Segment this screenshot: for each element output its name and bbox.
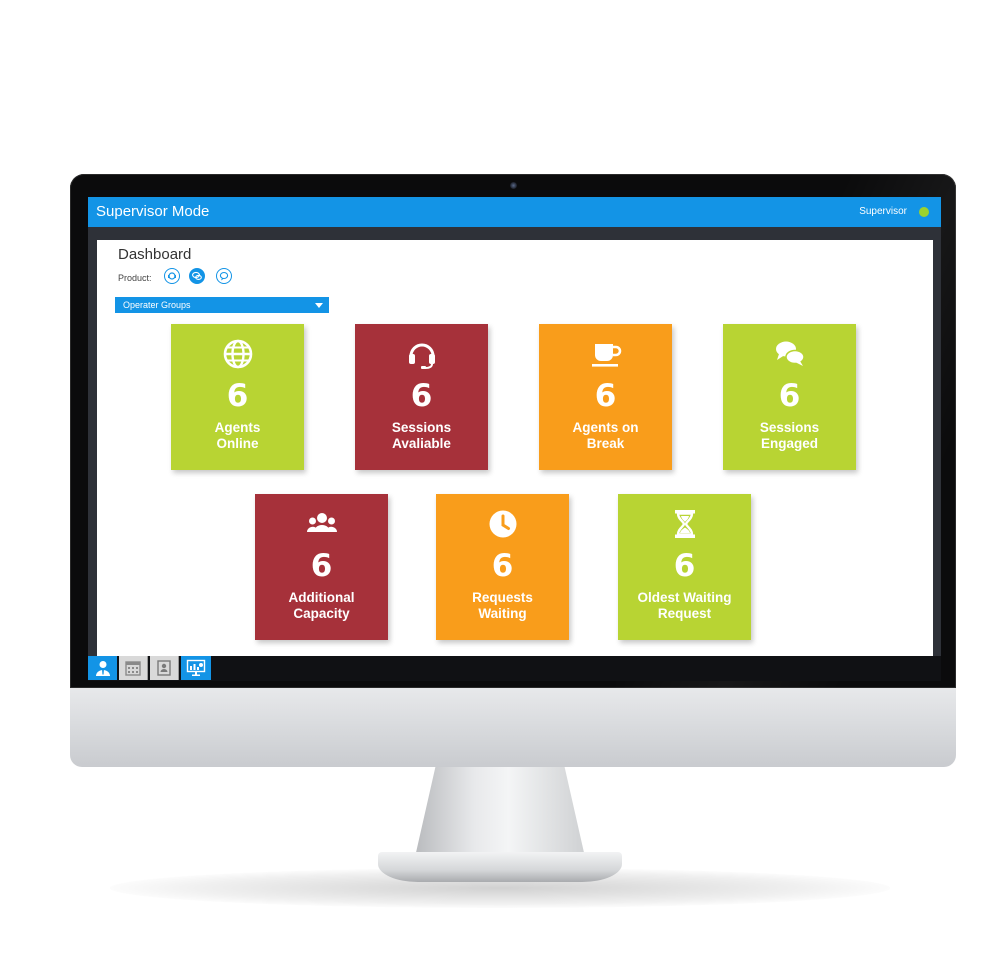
product-label: Product: xyxy=(118,273,152,283)
app-title: Supervisor Mode xyxy=(96,203,210,220)
tile-label-line1: Agents xyxy=(214,420,261,435)
taskbar-calendar-button[interactable] xyxy=(119,656,148,680)
group-icon xyxy=(306,513,337,532)
message-icon[interactable] xyxy=(216,268,232,284)
contact-card-icon xyxy=(157,660,171,676)
tile-value: 6 xyxy=(310,548,333,584)
tile-label-line1: Oldest Waiting xyxy=(637,590,732,605)
tile-requests-waiting[interactable]: 6 Requests Waiting xyxy=(436,494,569,640)
tile-value: 6 xyxy=(778,378,801,414)
dashboard-panel: Dashboard Product: Operater Groups 6 Age… xyxy=(97,240,933,656)
tile-label-line2: Capacity xyxy=(293,606,350,621)
support-agent-icon[interactable] xyxy=(164,268,180,284)
tile-label-line1: Requests xyxy=(472,590,533,605)
operator-groups-select[interactable]: Operater Groups xyxy=(115,297,329,313)
tile-label-line1: Sessions xyxy=(391,420,452,435)
taskbar-contacts-button[interactable] xyxy=(150,656,179,680)
tile-label-line1: Sessions xyxy=(759,420,820,435)
tile-label-line2: Avaliable xyxy=(392,436,451,451)
tile-label-line2: Online xyxy=(216,436,259,451)
tile-value: 6 xyxy=(594,378,617,414)
tile-oldest-waiting-request[interactable]: 6 Oldest Waiting Request xyxy=(618,494,751,640)
chat-bubbles-icon xyxy=(775,341,805,366)
tile-label: Oldest Waiting Request xyxy=(622,590,747,622)
tile-sessions-engaged[interactable]: 6 Sessions Engaged xyxy=(723,324,856,470)
taskbar-dashboard-button[interactable] xyxy=(181,656,211,680)
tile-label-line1: Agents on xyxy=(572,420,639,435)
tile-label: Agents on Break xyxy=(543,420,668,452)
headset-icon xyxy=(408,343,435,369)
tile-agents-on-break[interactable]: 6 Agents on Break xyxy=(539,324,672,470)
operator-groups-select-value: Operater Groups xyxy=(123,300,191,310)
chevron-down-icon xyxy=(315,303,323,308)
tile-value: 6 xyxy=(673,548,696,584)
user-icon xyxy=(95,661,110,676)
online-status-indicator xyxy=(919,207,929,217)
tile-label: Requests Waiting xyxy=(440,590,565,622)
tile-value: 6 xyxy=(491,548,514,584)
tile-value: 6 xyxy=(410,378,433,414)
tile-label: Agents Online xyxy=(175,420,300,452)
tile-sessions-available[interactable]: 6 Sessions Avaliable xyxy=(355,324,488,470)
app-screen: Supervisor Mode Supervisor Dashboard Pro… xyxy=(88,197,941,681)
calendar-icon xyxy=(125,661,141,676)
tile-label-line2: Request xyxy=(657,606,712,621)
clock-icon xyxy=(489,510,516,538)
tile-label: Sessions Engaged xyxy=(727,420,852,452)
chat-bubbles-icon[interactable] xyxy=(189,268,205,284)
taskbar-agent-button[interactable] xyxy=(88,656,117,680)
tile-label-line2: Engaged xyxy=(760,436,818,451)
tile-additional-capacity[interactable]: 6 Additional Capacity xyxy=(255,494,388,640)
tile-agents-online[interactable]: 6 Agents Online xyxy=(171,324,304,470)
hourglass-icon xyxy=(674,510,695,538)
globe-icon xyxy=(223,339,252,369)
tile-label-line2: Break xyxy=(586,436,625,451)
tile-label-line2: Waiting xyxy=(478,606,527,621)
monitor-stand-neck xyxy=(415,767,585,857)
taskbar xyxy=(88,656,941,681)
page-title: Dashboard xyxy=(118,246,192,263)
tile-label: Additional Capacity xyxy=(259,590,384,622)
monitor-chin xyxy=(70,684,956,767)
dashboard-monitor-icon xyxy=(186,659,206,676)
coffee-cup-icon xyxy=(591,344,621,367)
user-role-label[interactable]: Supervisor xyxy=(859,206,907,217)
tile-label-line1: Additional xyxy=(288,590,355,605)
monitor-stand-base xyxy=(378,852,622,882)
tile-value: 6 xyxy=(226,378,249,414)
webcam-icon xyxy=(510,182,517,189)
tile-label: Sessions Avaliable xyxy=(359,420,484,452)
title-bar: Supervisor Mode Supervisor xyxy=(88,197,941,227)
